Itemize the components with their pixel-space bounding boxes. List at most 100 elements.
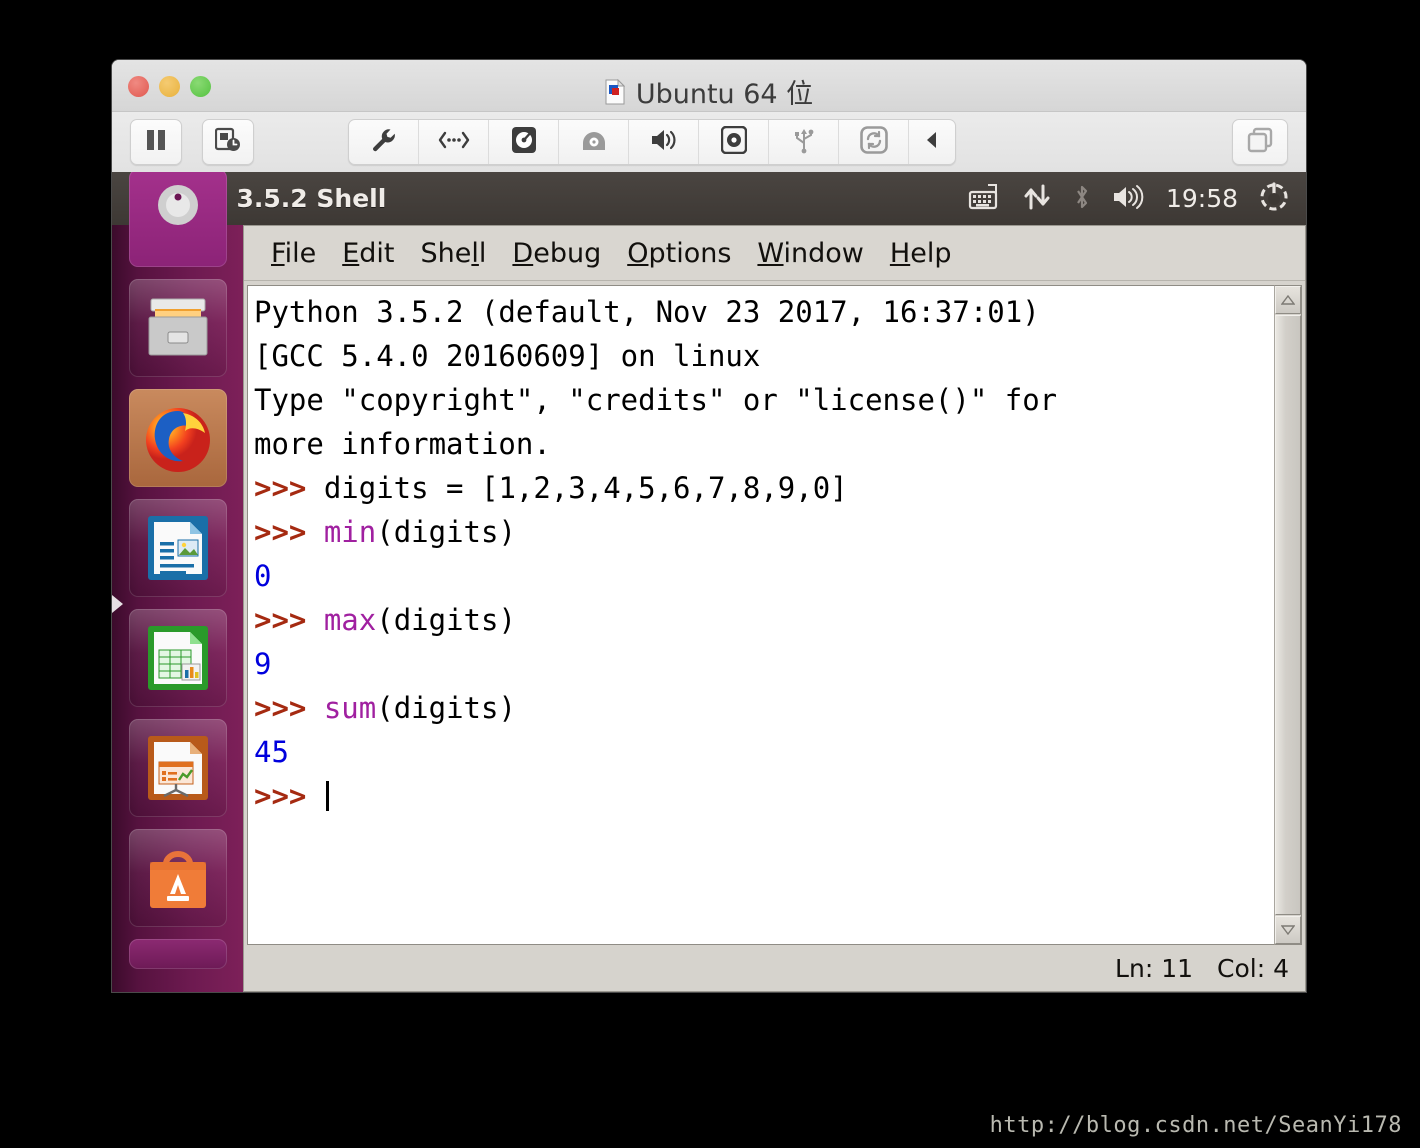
sound-button[interactable]	[629, 120, 699, 164]
screen: Ubuntu 64 位 Python 3.5.2 Shell 19:58 Fil…	[0, 0, 1420, 1148]
shell-text-area[interactable]: Python 3.5.2 (default, Nov 23 2017, 16:3…	[247, 285, 1274, 945]
launcher-item-dash[interactable]	[128, 172, 227, 267]
menu-debug[interactable]: Debug	[499, 236, 614, 271]
shell-line: >>> digits = [1,2,3,4,5,6,7,8,9,0]	[254, 466, 1268, 510]
shell-line: [GCC 5.4.0 20160609] on linux	[254, 334, 1268, 378]
scroll-up-arrow-icon[interactable]	[1275, 286, 1301, 314]
settings-wrench-button[interactable]	[349, 120, 419, 164]
camera-button[interactable]	[699, 120, 769, 164]
pause-button[interactable]	[130, 119, 182, 165]
shared-folders-button[interactable]	[839, 120, 909, 164]
menu-options[interactable]: Options	[614, 236, 744, 271]
hard-disk-icon	[511, 126, 537, 158]
pause-icon	[145, 128, 167, 156]
ubuntu-top-panel: Python 3.5.2 Shell 19:58	[112, 172, 1306, 225]
usb-icon	[793, 126, 815, 158]
shell-token-prompt: >>>	[254, 779, 324, 813]
vmware-title-group: Ubuntu 64 位	[112, 72, 1306, 111]
menu-help[interactable]: Help	[877, 236, 965, 271]
shell-line: 9	[254, 642, 1268, 686]
hard-disk-button[interactable]	[489, 120, 559, 164]
snapshot-button[interactable]	[202, 119, 254, 165]
sound-icon	[649, 128, 679, 156]
shell-line: 45	[254, 730, 1268, 774]
shell-token-plain: [GCC 5.4.0 20160609] on linux	[254, 339, 761, 373]
scroll-down-arrow-icon[interactable]	[1275, 916, 1301, 944]
power-gear-icon[interactable]	[1258, 181, 1290, 216]
launcher-item-software[interactable]	[128, 829, 227, 927]
menu-file[interactable]: File	[258, 236, 329, 271]
launcher-item-partial[interactable]	[128, 939, 227, 969]
shell-token-plain: (digits)	[376, 603, 516, 637]
shell-token-builtin: sum	[323, 691, 377, 725]
panel-clock[interactable]: 19:58	[1166, 184, 1238, 213]
minimize-button[interactable]	[159, 76, 180, 97]
usb-button[interactable]	[769, 120, 839, 164]
cd-dvd-icon	[580, 128, 608, 156]
shell-token-plain: more information.	[254, 427, 551, 461]
status-line-number: Ln: 11	[1115, 953, 1194, 983]
collapse-arrow-icon	[925, 130, 939, 154]
shell-line: >>> sum(digits)	[254, 686, 1268, 730]
vmware-device-toolbar	[348, 119, 956, 165]
network-icon	[438, 130, 470, 154]
maximize-button[interactable]	[190, 76, 211, 97]
status-column-number: Col: 4	[1217, 953, 1289, 983]
idle-body: Python 3.5.2 (default, Nov 23 2017, 16:3…	[244, 281, 1305, 945]
vmware-window: Ubuntu 64 位 Python 3.5.2 Shell 19:58 Fil…	[112, 60, 1306, 992]
vmware-toolbar	[112, 112, 1306, 172]
launcher-item-impress[interactable]	[128, 719, 227, 817]
menu-shell[interactable]: Shell	[408, 236, 500, 271]
idle-menubar: File Edit Shell Debug Options Window Hel…	[244, 226, 1305, 281]
shell-token-plain: Python 3.5.2 (default, Nov 23 2017, 16:3…	[254, 295, 1040, 329]
settings-wrench-icon	[370, 126, 398, 158]
launcher-item-writer[interactable]	[128, 499, 227, 597]
shell-token-plain: (digits)	[376, 691, 516, 725]
shell-token-output: 0	[254, 559, 272, 593]
unity-launcher	[112, 172, 243, 992]
shell-line: Type "copyright", "credits" or "license(…	[254, 378, 1268, 422]
vmware-titlebar[interactable]: Ubuntu 64 位	[112, 60, 1306, 112]
ubuntu-guest-screen: Python 3.5.2 Shell 19:58 File Edit Shell…	[112, 172, 1306, 992]
collapse-toolbar-button[interactable]	[909, 120, 955, 164]
shell-line: >>>	[254, 774, 1268, 818]
scrollbar-thumb[interactable]	[1275, 315, 1301, 915]
shell-token-plain: digits = [1,2,3,4,5,6,7,8,9,0]	[323, 471, 848, 505]
launcher-item-files[interactable]	[128, 279, 227, 377]
shell-token-prompt: >>>	[254, 471, 324, 505]
close-button[interactable]	[128, 76, 149, 97]
volume-icon[interactable]	[1112, 183, 1146, 215]
sync-icon	[859, 126, 888, 158]
network-button[interactable]	[419, 120, 489, 164]
shell-line: >>> max(digits)	[254, 598, 1268, 642]
shell-token-prompt: >>>	[254, 515, 324, 549]
menu-window[interactable]: Window	[744, 236, 876, 271]
launcher-active-arrow-icon	[112, 595, 123, 613]
idle-status-bar: Ln: 11 Col: 4	[244, 945, 1305, 991]
shell-line: >>> min(digits)	[254, 510, 1268, 554]
shell-token-output: 45	[254, 735, 289, 769]
camera-icon	[720, 125, 747, 158]
bluetooth-icon[interactable]	[1072, 183, 1092, 215]
watermark: http://blog.csdn.net/SeanYi178	[989, 1113, 1402, 1138]
shell-token-output: 9	[254, 647, 272, 681]
shell-line: 0	[254, 554, 1268, 598]
unity-mode-button[interactable]	[1232, 119, 1288, 165]
network-updown-icon[interactable]	[1022, 183, 1052, 215]
text-caret	[325, 781, 329, 811]
menu-edit[interactable]: Edit	[329, 236, 407, 271]
shell-line: more information.	[254, 422, 1268, 466]
snapshot-clock-icon	[214, 127, 241, 157]
cd-dvd-button[interactable]	[559, 120, 629, 164]
shell-line: Python 3.5.2 (default, Nov 23 2017, 16:3…	[254, 290, 1268, 334]
vmware-title: Ubuntu 64 位	[635, 79, 814, 110]
idle-shell-window: File Edit Shell Debug Options Window Hel…	[243, 225, 1306, 992]
shell-token-prompt: >>>	[254, 691, 324, 725]
shell-token-plain: (digits)	[376, 515, 516, 549]
panel-indicators: 19:58	[968, 181, 1306, 216]
shell-scrollbar[interactable]	[1274, 285, 1302, 945]
keyboard-icon[interactable]	[968, 183, 1002, 215]
launcher-item-calc[interactable]	[128, 609, 227, 707]
shell-token-prompt: >>>	[254, 603, 324, 637]
launcher-item-firefox[interactable]	[128, 389, 227, 487]
